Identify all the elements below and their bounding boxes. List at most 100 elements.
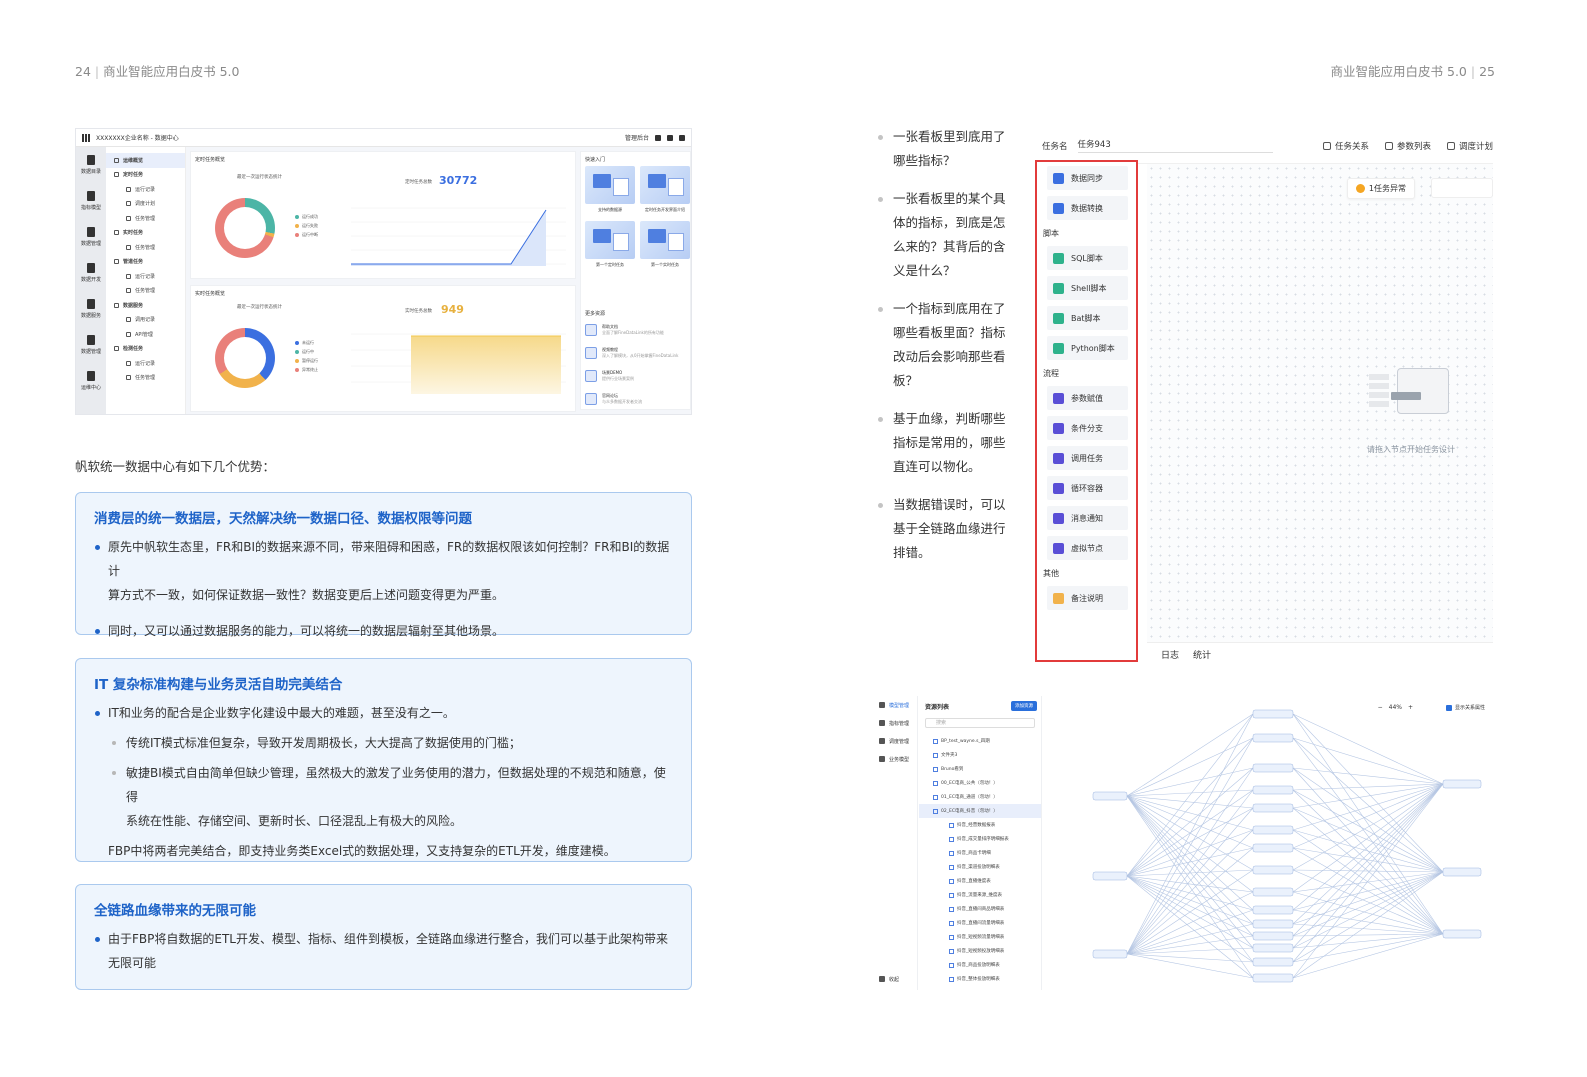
- schedule-plan-button[interactable]: 调度计划: [1446, 140, 1493, 152]
- menu-item[interactable]: 运行记录: [106, 269, 185, 284]
- tree-row[interactable]: 抖音_整体投放明细表: [919, 972, 1041, 986]
- tree-row[interactable]: 01_EC电商_通道（勿动！）: [919, 790, 1041, 804]
- palette-node[interactable]: 消息通知: [1047, 506, 1128, 530]
- tree-row[interactable]: 抖音_渠道投放明细表: [919, 860, 1041, 874]
- tree-row[interactable]: 文件夹3: [919, 748, 1041, 762]
- rail-item[interactable]: 指标模型: [76, 183, 106, 219]
- rail-item[interactable]: 数据目录: [76, 147, 106, 183]
- menu-item[interactable]: 定时任务: [106, 168, 185, 183]
- palette-node[interactable]: 条件分支: [1047, 416, 1128, 440]
- collapse-button[interactable]: 收起: [873, 970, 899, 988]
- menu-item[interactable]: 运维概览: [106, 153, 185, 168]
- lineage-node[interactable]: [1092, 949, 1128, 959]
- lineage-node[interactable]: [1252, 843, 1294, 853]
- palette-node[interactable]: 调用任务: [1047, 446, 1128, 470]
- menu-item[interactable]: 管道任务: [106, 255, 185, 270]
- lineage-rail-item[interactable]: 业务模型: [873, 750, 917, 768]
- rail-item[interactable]: 数据管理: [76, 219, 106, 255]
- doc-icon[interactable]: [667, 134, 673, 141]
- quick-start-card[interactable]: 支持的数据源: [585, 166, 635, 216]
- menu-item[interactable]: API管理: [106, 327, 185, 342]
- palette-node[interactable]: SQL脚本: [1047, 246, 1128, 270]
- quick-start-card[interactable]: 定时任务开发界面介绍: [640, 166, 690, 216]
- design-canvas[interactable]: 1任务异常 请拖入节点开始任务设计: [1147, 164, 1493, 642]
- add-resource-button[interactable]: 添加资源: [1011, 701, 1037, 711]
- tree-row[interactable]: 00_EC电商_公共（勿动！）: [919, 776, 1041, 790]
- tree-row[interactable]: 抖音_商品投放明细表: [919, 958, 1041, 972]
- undo-redo-controls[interactable]: [1431, 178, 1493, 198]
- menu-item[interactable]: 数据服务: [106, 298, 185, 313]
- lineage-node[interactable]: [1252, 957, 1294, 967]
- lineage-rail-item[interactable]: 模型管理: [873, 696, 917, 714]
- rail-item[interactable]: 数据服务: [76, 291, 106, 327]
- lineage-node[interactable]: [1092, 871, 1128, 881]
- tree-row[interactable]: 02_EC电商_抖音（勿动！）: [919, 804, 1041, 818]
- menu-item[interactable]: 检测任务: [106, 342, 185, 357]
- lineage-node[interactable]: [1252, 733, 1294, 743]
- palette-node[interactable]: Shell脚本: [1047, 276, 1128, 300]
- tree-row[interactable]: 抖音_成交量排序明细报表: [919, 832, 1041, 846]
- resource-item[interactable]: 视频教程 深入了解模块，从0开始掌握FineDataLink: [585, 347, 686, 368]
- task-warning[interactable]: 1任务异常: [1346, 178, 1415, 199]
- lineage-node[interactable]: [1252, 973, 1294, 983]
- lineage-node[interactable]: [1252, 825, 1294, 835]
- tree-row[interactable]: 抖音_直播间商品明细表: [919, 902, 1041, 916]
- apps-grid-icon[interactable]: [82, 133, 90, 142]
- menu-item[interactable]: 实时任务: [106, 226, 185, 241]
- resource-item[interactable]: 帮助文档 全面了解FineDataLink的所有功能: [585, 324, 686, 345]
- menu-item[interactable]: 任务管理: [106, 284, 185, 299]
- menu-item[interactable]: 运行记录: [106, 356, 185, 371]
- tree-row[interactable]: 抖音_直播维度表: [919, 874, 1041, 888]
- menu-item[interactable]: 调用记录: [106, 313, 185, 328]
- lineage-node[interactable]: [1442, 929, 1482, 939]
- rail-item[interactable]: 数据管理: [76, 327, 106, 363]
- lineage-node[interactable]: [1252, 865, 1294, 875]
- lineage-rail-item[interactable]: 指标管理: [873, 714, 917, 732]
- user-icon[interactable]: [679, 134, 685, 141]
- tree-row[interactable]: BP_test_wayne.s_四期: [919, 734, 1041, 748]
- quick-start-card[interactable]: 第一个实时任务: [640, 221, 690, 271]
- mail-icon[interactable]: [655, 134, 661, 141]
- tree-row[interactable]: 抖音_直播间流量明细表: [919, 916, 1041, 930]
- lineage-node[interactable]: [1442, 867, 1482, 877]
- lineage-node[interactable]: [1252, 905, 1294, 915]
- resource-item[interactable]: 场景DEMO 提供行业场景案例: [585, 370, 686, 391]
- lineage-node[interactable]: [1252, 763, 1294, 773]
- menu-item[interactable]: 任务管理: [106, 211, 185, 226]
- lineage-node[interactable]: [1252, 785, 1294, 795]
- lineage-node[interactable]: [1092, 791, 1128, 801]
- tab-stats[interactable]: 统计: [1193, 648, 1211, 661]
- lineage-node[interactable]: [1252, 943, 1294, 953]
- tree-row[interactable]: 抖音_短视频流量明细表: [919, 930, 1041, 944]
- palette-node[interactable]: Python脚本: [1047, 336, 1128, 360]
- quick-start-card[interactable]: 第一个定时任务: [585, 221, 635, 271]
- lineage-graph[interactable]: − 44% + 显示关系属性: [1043, 696, 1493, 990]
- tree-row[interactable]: 抖音_短视频投放明细表: [919, 944, 1041, 958]
- palette-node[interactable]: 循环容器: [1047, 476, 1128, 500]
- menu-item[interactable]: 任务管理: [106, 240, 185, 255]
- rail-item[interactable]: 数据开发: [76, 255, 106, 291]
- tree-row[interactable]: Bruno看到: [919, 762, 1041, 776]
- menu-item[interactable]: 任务管理: [106, 371, 185, 386]
- lineage-node[interactable]: [1252, 709, 1294, 719]
- lineage-rail-item[interactable]: 调度管理: [873, 732, 917, 750]
- palette-node[interactable]: 参数赋值: [1047, 386, 1128, 410]
- tree-row[interactable]: 抖音_经营数据报表: [919, 818, 1041, 832]
- palette-node[interactable]: 备注说明: [1047, 586, 1128, 610]
- param-list-button[interactable]: 参数列表: [1384, 140, 1431, 152]
- task-relation-button[interactable]: 任务关系: [1322, 140, 1369, 152]
- lineage-node[interactable]: [1252, 887, 1294, 897]
- lineage-node[interactable]: [1442, 779, 1482, 789]
- admin-link[interactable]: 管理后台: [625, 133, 649, 142]
- palette-node[interactable]: 虚拟节点: [1047, 536, 1128, 560]
- lineage-node[interactable]: [1252, 919, 1294, 929]
- tree-row[interactable]: 抖音_商品卡明细: [919, 846, 1041, 860]
- lineage-node[interactable]: [1252, 803, 1294, 813]
- palette-node[interactable]: 数据转换: [1047, 196, 1128, 220]
- tab-log[interactable]: 日志: [1161, 648, 1179, 661]
- resource-item[interactable]: 官网论坛 与众多数据开发者交流: [585, 393, 686, 414]
- resource-search-input[interactable]: 搜索: [925, 718, 1035, 728]
- task-name-input[interactable]: 任务943: [1077, 138, 1273, 153]
- menu-item[interactable]: 调度计划: [106, 197, 185, 212]
- palette-node[interactable]: Bat脚本: [1047, 306, 1128, 330]
